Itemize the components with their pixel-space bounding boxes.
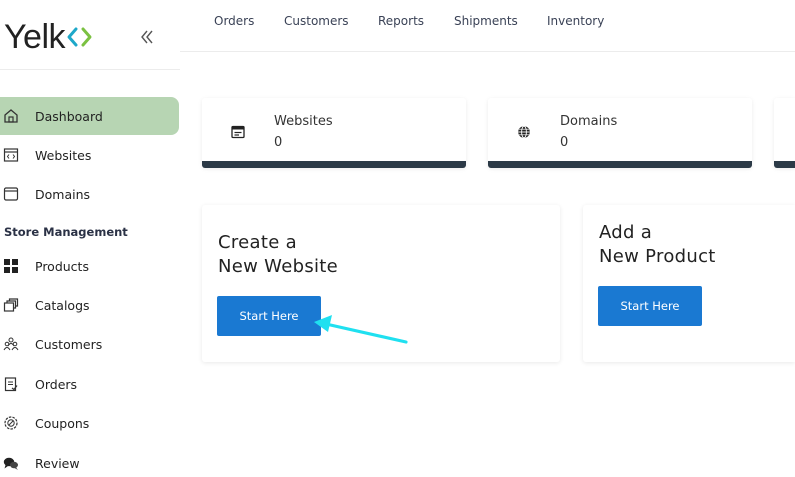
collapse-sidebar-icon[interactable] — [138, 28, 156, 46]
sidebar-item-dashboard[interactable]: Dashboard — [0, 97, 179, 135]
sidebar-item-label: Review — [35, 455, 80, 471]
sidebar-item-label: Websites — [35, 147, 92, 163]
stat-title: Domains — [560, 114, 618, 129]
brand-name: Yelk — [4, 18, 66, 56]
coupon-icon — [3, 415, 19, 431]
topnav-inventory[interactable]: Inventory — [547, 14, 604, 28]
brand-logo[interactable]: Yelk — [4, 18, 93, 57]
start-here-website-button[interactable]: Start Here — [217, 296, 321, 336]
sidebar-item-label: Customers — [35, 336, 103, 352]
sidebar-item-label: Coupons — [35, 415, 90, 431]
action-title-line1: Add a — [599, 222, 653, 243]
clipboard-icon — [3, 376, 19, 392]
section-label-store-management: Store Management — [4, 225, 128, 239]
stat-title: Websites — [274, 114, 333, 129]
logo-row: Yelk — [0, 0, 180, 70]
code-window-icon — [3, 147, 19, 163]
chat-bubbles-icon — [3, 455, 19, 471]
sidebar-item-label: Domains — [35, 186, 91, 202]
top-navigation: Orders Customers Reports Shipments Inven… — [180, 0, 795, 52]
brand-mark-icon — [67, 18, 93, 57]
stacked-cards-icon — [3, 297, 19, 313]
sidebar-item-review[interactable]: Review — [0, 444, 179, 477]
sidebar-item-label: Products — [35, 258, 89, 274]
action-card-add-product: Add a New Product Start Here — [583, 205, 795, 362]
sidebar-item-websites[interactable]: Websites — [0, 136, 179, 174]
users-icon — [3, 336, 19, 352]
start-here-product-button[interactable]: Start Here — [598, 286, 702, 326]
sidebar-item-label: Dashboard — [35, 108, 103, 124]
stat-value: 0 — [560, 135, 569, 150]
sidebar-item-catalogs[interactable]: Catalogs — [0, 286, 179, 324]
globe-icon — [516, 124, 532, 140]
website-icon — [230, 124, 246, 140]
stat-card-domains[interactable]: Domains 0 — [488, 98, 752, 168]
sidebar-item-coupons[interactable]: Coupons — [0, 404, 179, 442]
browser-window-icon — [3, 186, 19, 202]
topnav-orders[interactable]: Orders — [214, 14, 254, 28]
grid-icon — [3, 258, 19, 274]
topnav-shipments[interactable]: Shipments — [454, 14, 518, 28]
sidebar-item-products[interactable]: Products — [0, 247, 179, 285]
stat-card-partial — [774, 98, 795, 168]
annotation-arrow-icon — [314, 315, 408, 344]
topnav-reports[interactable]: Reports — [378, 14, 424, 28]
sidebar-item-label: Catalogs — [35, 297, 90, 313]
action-title-line1: Create a — [218, 232, 297, 253]
sidebar: Yelk Dashboard Websites Domains Store Ma… — [0, 0, 180, 477]
sidebar-item-label: Orders — [35, 376, 78, 392]
sidebar-item-domains[interactable]: Domains — [0, 175, 179, 213]
stat-value: 0 — [274, 135, 283, 150]
action-title-line2: New Product — [599, 246, 716, 267]
sidebar-item-orders[interactable]: Orders — [0, 365, 179, 403]
sidebar-item-customers[interactable]: Customers — [0, 325, 179, 363]
action-title-line2: New Website — [218, 256, 339, 277]
stat-card-websites[interactable]: Websites 0 — [202, 98, 466, 168]
home-icon — [3, 108, 19, 124]
topnav-customers[interactable]: Customers — [284, 14, 349, 28]
